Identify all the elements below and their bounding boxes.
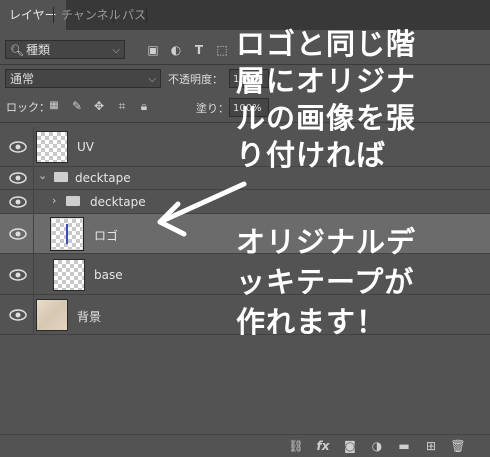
annotation-line: 層にオリジナ <box>236 64 417 98</box>
fx-icon[interactable]: fx <box>315 438 331 454</box>
adjustment-filter-icon[interactable]: ◐ <box>168 42 184 58</box>
adjustment-icon[interactable]: ◑ <box>369 438 385 454</box>
chevron-down-icon: ⌵ <box>148 74 156 85</box>
column-divider <box>33 214 34 253</box>
column-divider <box>33 127 34 166</box>
annotation-line: ッキテープが <box>236 265 415 299</box>
column-divider <box>33 295 34 334</box>
folder-icon[interactable]: ▬ <box>396 438 412 454</box>
image-filter-icon[interactable]: ▣ <box>145 42 161 58</box>
layer-name: UV <box>77 140 94 154</box>
chevron-down-icon[interactable]: ⌄ <box>38 169 47 182</box>
mask-icon[interactable]: ◙ <box>342 438 358 454</box>
eye-icon[interactable] <box>9 309 27 321</box>
type-filter-icon[interactable]: T <box>191 42 207 58</box>
lock-label: ロック： <box>6 101 50 114</box>
column-divider <box>33 190 34 213</box>
link-icon[interactable]: ⛓︎ <box>288 438 304 454</box>
annotation-line: オリジナルデ <box>236 225 417 259</box>
layer-name: ロゴ <box>94 229 119 243</box>
opacity-label: 不透明度： <box>168 73 223 86</box>
lock-move-icon[interactable]: ✥ <box>91 98 107 114</box>
layer-thumbnail <box>50 217 84 251</box>
layer-name: decktape <box>90 195 146 209</box>
shape-filter-icon[interactable]: ⬚ <box>214 42 230 58</box>
logo-thumbnail-mark <box>66 224 68 244</box>
trash-icon[interactable]: 🗑︎ <box>450 438 466 454</box>
lock-paint-icon[interactable]: ✎ <box>69 98 85 114</box>
annotation-line: 作れます！ <box>236 305 387 339</box>
eye-icon[interactable] <box>9 172 27 184</box>
layers-bottom-toolbar: ⛓︎ fx ◙ ◑ ▬ ⊞ 🗑︎ <box>0 434 490 457</box>
eye-icon[interactable] <box>9 141 27 153</box>
annotation-line: り付ければ <box>236 138 387 172</box>
lock-transparent-icon[interactable]: ▦ <box>46 98 62 114</box>
annotation-line: ロゴと同じ階 <box>236 27 417 61</box>
layer-thumbnail <box>53 259 85 291</box>
layer-name: base <box>94 268 123 282</box>
filter-kind-label: 種類 <box>26 43 51 57</box>
annotation-line: ルの画像を張 <box>236 101 417 135</box>
tab-paths[interactable]: パス <box>113 0 155 30</box>
eye-icon[interactable] <box>9 228 27 240</box>
layer-filter-select[interactable]: 🔍︎ 種類 ⌵ <box>5 40 125 59</box>
lock-artboard-icon[interactable]: ⌗ <box>114 98 130 114</box>
chevron-right-icon[interactable]: › <box>52 194 56 207</box>
folder-icon <box>54 172 68 182</box>
folder-icon <box>66 196 80 206</box>
blend-mode-label: 通常 <box>10 72 35 86</box>
layer-thumbnail <box>36 299 68 331</box>
chevron-down-icon: ⌵ <box>112 45 120 56</box>
eye-icon[interactable] <box>9 196 27 208</box>
search-icon: 🔍︎ <box>10 44 24 57</box>
annotation-top: ロゴと同じ階 層にオリジナ ルの画像を張 り付ければ <box>236 26 416 174</box>
tab-divider <box>146 7 147 23</box>
layer-name: 背景 <box>77 310 102 324</box>
column-divider <box>33 167 34 189</box>
blend-mode-select[interactable]: 通常 ⌵ <box>5 69 161 88</box>
new-layer-icon[interactable]: ⊞ <box>423 438 439 454</box>
eye-icon[interactable] <box>9 269 27 281</box>
fill-label: 塗り： <box>196 102 229 115</box>
layer-name: decktape <box>75 171 131 185</box>
lock-all-icon[interactable]: 🔒︎ <box>136 98 152 114</box>
annotation-bottom: オリジナルデ ッキテープが 作れます！ <box>236 222 416 342</box>
layer-thumbnail <box>36 131 68 163</box>
column-divider <box>33 254 34 294</box>
